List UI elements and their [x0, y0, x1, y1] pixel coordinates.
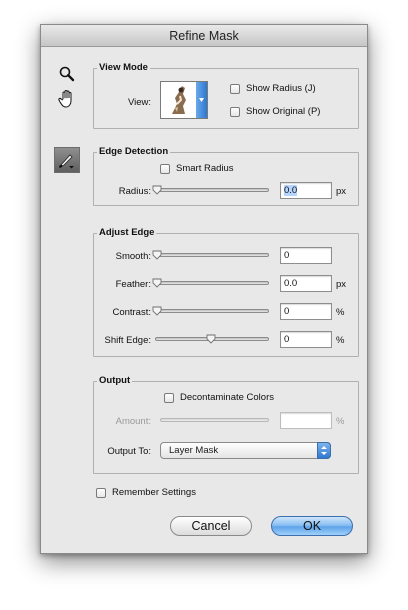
slider-thumb[interactable]	[152, 306, 162, 316]
decontaminate-label: Decontaminate Colors	[180, 392, 274, 403]
amount-input	[280, 412, 332, 429]
adjust-edge-title: Adjust Edge	[97, 227, 157, 238]
amount-slider	[160, 418, 269, 422]
feather-input[interactable]: 0.0	[280, 275, 332, 292]
smart-radius-label: Smart Radius	[176, 163, 234, 174]
contrast-unit: %	[336, 307, 345, 318]
output-to-select[interactable]: Layer Mask	[160, 442, 331, 459]
smooth-input[interactable]: 0	[280, 247, 332, 264]
show-original-checkbox[interactable]	[230, 107, 240, 117]
smart-radius-checkbox[interactable]	[160, 164, 170, 174]
view-mode-title: View Mode	[97, 62, 150, 73]
output-to-value: Layer Mask	[169, 445, 219, 456]
hand-icon[interactable]	[58, 89, 76, 109]
dialog-title: Refine Mask	[41, 25, 367, 47]
radius-slider[interactable]	[155, 188, 269, 192]
output-title: Output	[97, 375, 133, 386]
slider-thumb[interactable]	[152, 278, 162, 288]
show-radius-checkbox[interactable]	[230, 84, 240, 94]
slider-thumb[interactable]	[152, 250, 162, 260]
smooth-slider[interactable]	[155, 253, 269, 257]
radius-unit: px	[336, 186, 347, 197]
select-arrows-icon	[317, 442, 331, 459]
view-mode-selector[interactable]	[160, 81, 208, 119]
radius-input[interactable]: 0.0	[280, 182, 332, 199]
magnifier-icon[interactable]	[58, 65, 76, 83]
shift-edge-unit: %	[336, 335, 345, 346]
feather-label: Feather:	[115, 279, 151, 290]
refine-radius-brush-icon[interactable]	[54, 147, 80, 173]
show-radius-label: Show Radius (J)	[246, 83, 316, 94]
feather-slider[interactable]	[155, 281, 269, 285]
refine-mask-dialog: Refine Mask View Mode View: Show Radius …	[40, 24, 368, 554]
contrast-label: Contrast:	[112, 307, 151, 318]
shift-edge-input[interactable]: 0	[280, 331, 332, 348]
output-to-label: Output To:	[107, 446, 151, 457]
ok-button[interactable]: OK	[271, 516, 353, 536]
amount-label: Amount:	[115, 416, 151, 427]
show-original-label: Show Original (P)	[246, 106, 321, 117]
amount-unit: %	[336, 416, 345, 427]
view-dropdown-arrow[interactable]	[196, 82, 207, 118]
slider-thumb[interactable]	[152, 185, 162, 195]
remember-settings-checkbox[interactable]	[96, 488, 106, 498]
contrast-input[interactable]: 0	[280, 303, 332, 320]
view-label: View:	[127, 97, 151, 108]
decontaminate-checkbox[interactable]	[164, 393, 174, 403]
smooth-label: Smooth:	[115, 251, 151, 262]
slider-thumb[interactable]	[206, 334, 216, 344]
radius-value: 0.0	[284, 185, 298, 196]
remember-settings-label: Remember Settings	[112, 487, 196, 498]
edge-detection-title: Edge Detection	[97, 146, 171, 157]
view-thumbnail-image	[163, 84, 195, 116]
contrast-slider[interactable]	[155, 309, 269, 313]
cancel-button[interactable]: Cancel	[170, 516, 252, 536]
feather-unit: px	[336, 279, 347, 290]
radius-label: Radius:	[118, 186, 151, 197]
shift-edge-label: Shift Edge:	[104, 335, 151, 346]
